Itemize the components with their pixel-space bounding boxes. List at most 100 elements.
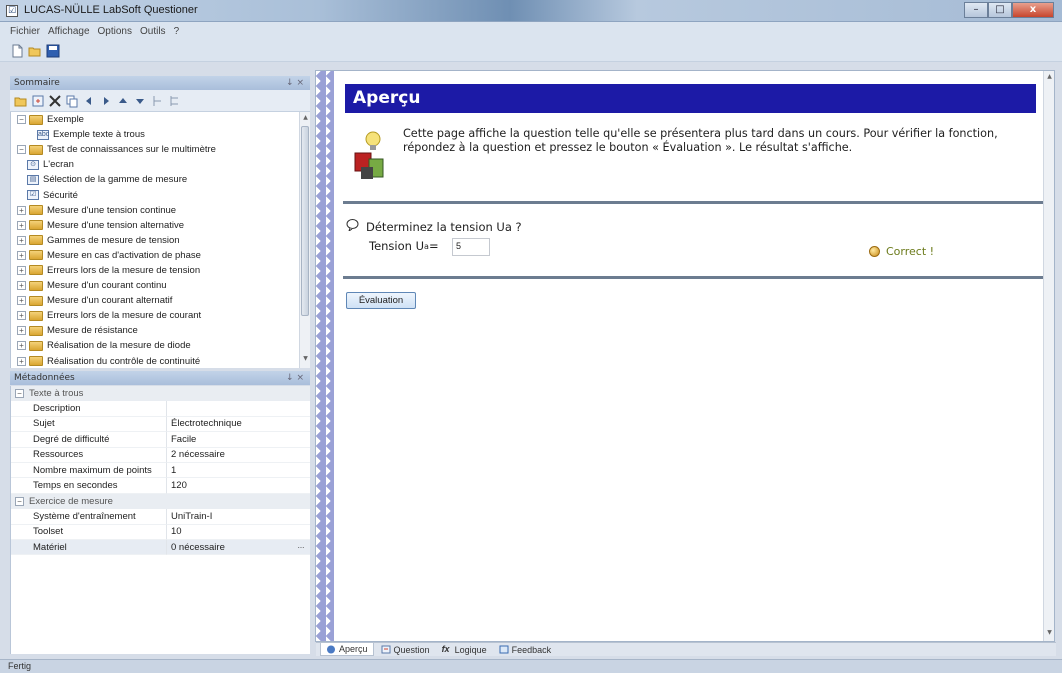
tree-scroll-down[interactable]: ▼ — [301, 355, 310, 364]
expand-icon[interactable]: + — [17, 356, 26, 366]
collapse-icon[interactable] — [150, 94, 164, 108]
tree-scroll-up[interactable]: ▲ — [301, 114, 310, 123]
ellipsis-button[interactable]: ... — [294, 541, 308, 553]
meta-value[interactable]: 10 — [167, 525, 310, 540]
tree-item[interactable]: ▤ Sélection de la gamme de mesure — [11, 172, 310, 187]
preview-scroll-up[interactable]: ▲ — [1045, 73, 1054, 82]
meta-key: Matériel — [11, 539, 167, 556]
tree-scrollbar[interactable]: ▲ ▼ — [299, 112, 310, 368]
formula-eq: = — [428, 239, 439, 253]
meta-value[interactable]: Facile — [167, 432, 310, 448]
minimize-button[interactable]: – — [964, 2, 988, 18]
meta-value[interactable]: 2 nécessaire — [167, 448, 310, 463]
tree-item[interactable]: ⊙ L'ecran — [11, 157, 310, 172]
meta-category[interactable]: − Texte à trous — [11, 386, 310, 402]
tree-item[interactable]: + Gammes de mesure de tension — [11, 233, 310, 248]
expand-icon[interactable]: + — [17, 220, 26, 230]
metadata-grid: − Texte à trous Description Sujet Électrot… — [10, 386, 310, 654]
sommaire-title: Sommaire — [14, 78, 60, 88]
meta-value[interactable]: Électrotechnique — [167, 417, 310, 433]
meta-value[interactable]: 1 — [167, 463, 310, 479]
tab-logique[interactable]: fx Logique — [437, 643, 492, 656]
delete-icon[interactable] — [48, 94, 62, 108]
meta-value[interactable] — [167, 401, 310, 417]
collapse-icon[interactable]: − — [15, 389, 24, 399]
new-question-icon[interactable] — [31, 94, 45, 108]
tree-item[interactable]: + Mesure en cas d'activation de phase — [11, 248, 310, 263]
meta-row[interactable]: Nombre maximum de points 1 — [11, 462, 310, 479]
collapse-icon[interactable]: − — [17, 145, 26, 155]
meta-value[interactable]: UniTrain-I — [167, 509, 310, 525]
tab-apercu[interactable]: Aperçu — [320, 643, 374, 656]
question-type-icon: ☑ — [27, 190, 39, 201]
meta-row[interactable]: Temps en secondes 120 — [11, 478, 310, 494]
tree-item[interactable]: + Mesure d'un courant alternatif — [11, 293, 310, 308]
expand-icon[interactable]: + — [17, 205, 26, 215]
expand-icon[interactable]: + — [17, 250, 26, 260]
move-right-icon[interactable] — [99, 94, 113, 108]
tree-item[interactable]: + Réalisation de la mesure de diode — [11, 338, 310, 353]
tab-feedback[interactable]: Feedback — [494, 643, 557, 656]
move-down-icon[interactable] — [133, 94, 147, 108]
meta-row[interactable]: Système d'entraînement UniTrain-I — [11, 509, 310, 525]
preview-scrollbar[interactable]: ▲ ▼ — [1043, 71, 1054, 641]
expand-icon[interactable]: + — [17, 235, 26, 245]
result-text: Correct ! — [886, 245, 935, 258]
expand-icon[interactable]: + — [17, 281, 26, 291]
collapse-icon[interactable]: − — [17, 115, 26, 125]
meta-value[interactable]: 0 nécessaire... — [167, 539, 310, 556]
expand-icon[interactable]: + — [17, 341, 26, 351]
close-button[interactable]: x — [1012, 2, 1054, 18]
copy-icon[interactable] — [65, 94, 79, 108]
meta-key: Temps en secondes — [11, 478, 167, 494]
menu-affichage[interactable]: Affichage — [48, 26, 90, 37]
maximize-button[interactable]: □ — [988, 2, 1012, 18]
tree-item[interactable]: + Erreurs lors de la mesure de courant — [11, 308, 310, 323]
tree-item[interactable]: − Exemple — [11, 112, 310, 127]
meta-row[interactable]: Description — [11, 401, 310, 417]
meta-category-label: Exercice de mesure — [29, 495, 113, 507]
metadonnees-pin-close[interactable]: ↓ × — [286, 371, 304, 385]
tree-item[interactable]: − Test de connaissances sur le multimètre — [11, 142, 310, 157]
meta-row[interactable]: Sujet Électrotechnique — [11, 416, 310, 433]
menu-outils[interactable]: Outils — [140, 26, 166, 37]
expand-icon[interactable]: + — [17, 326, 26, 336]
move-left-icon[interactable] — [82, 94, 96, 108]
meta-row[interactable]: Toolset 10 — [11, 524, 310, 540]
tree-item[interactable]: + Mesure de résistance — [11, 323, 310, 338]
tree-item[interactable]: + Erreurs lors de la mesure de tension — [11, 263, 310, 278]
expand-icon[interactable]: + — [17, 311, 26, 321]
new-file-icon[interactable] — [10, 44, 24, 58]
collapse-icon[interactable]: − — [15, 496, 24, 506]
meta-category[interactable]: − Exercice de mesure — [11, 493, 310, 510]
meta-row[interactable]: Ressources 2 nécessaire — [11, 447, 310, 463]
folder-icon — [29, 265, 43, 276]
tree-item[interactable]: abc Exemple texte à trous — [11, 127, 310, 142]
answer-input[interactable]: 5 — [452, 238, 490, 256]
save-icon[interactable] — [46, 44, 60, 58]
new-folder-icon[interactable] — [14, 94, 28, 108]
sommaire-pin-close[interactable]: ↓ × — [286, 76, 304, 90]
expand-icon[interactable]: + — [17, 296, 26, 306]
menu-options[interactable]: Options — [98, 26, 132, 37]
tree-item[interactable]: + Réalisation du contrôle de continuité — [11, 354, 310, 369]
tree-item[interactable]: + Mesure d'une tension alternative — [11, 218, 310, 233]
tree-scroll-thumb[interactable] — [301, 126, 309, 316]
result-bullet-icon — [869, 246, 880, 257]
move-up-icon[interactable] — [116, 94, 130, 108]
tree-item[interactable]: ☑ Sécurité — [11, 187, 310, 202]
expand-icon[interactable] — [167, 94, 181, 108]
tab-question[interactable]: Question — [376, 643, 435, 656]
preview-scroll-down[interactable]: ▼ — [1045, 629, 1054, 638]
tree-item[interactable]: + Mesure d'un courant continu — [11, 278, 310, 293]
menu-help[interactable]: ? — [174, 26, 180, 37]
meta-row[interactable]: Degré de difficulté Facile — [11, 432, 310, 448]
meta-value[interactable]: 120 — [167, 478, 310, 494]
menu-fichier[interactable]: Fichier — [10, 26, 40, 37]
meta-row[interactable]: Matériel 0 nécessaire... — [11, 539, 310, 556]
expand-icon[interactable]: + — [17, 265, 26, 275]
globe-icon — [327, 645, 335, 653]
evaluation-button[interactable]: Évaluation — [346, 292, 416, 309]
open-folder-icon[interactable] — [28, 44, 42, 58]
tree-item[interactable]: + Mesure d'une tension continue — [11, 203, 310, 218]
